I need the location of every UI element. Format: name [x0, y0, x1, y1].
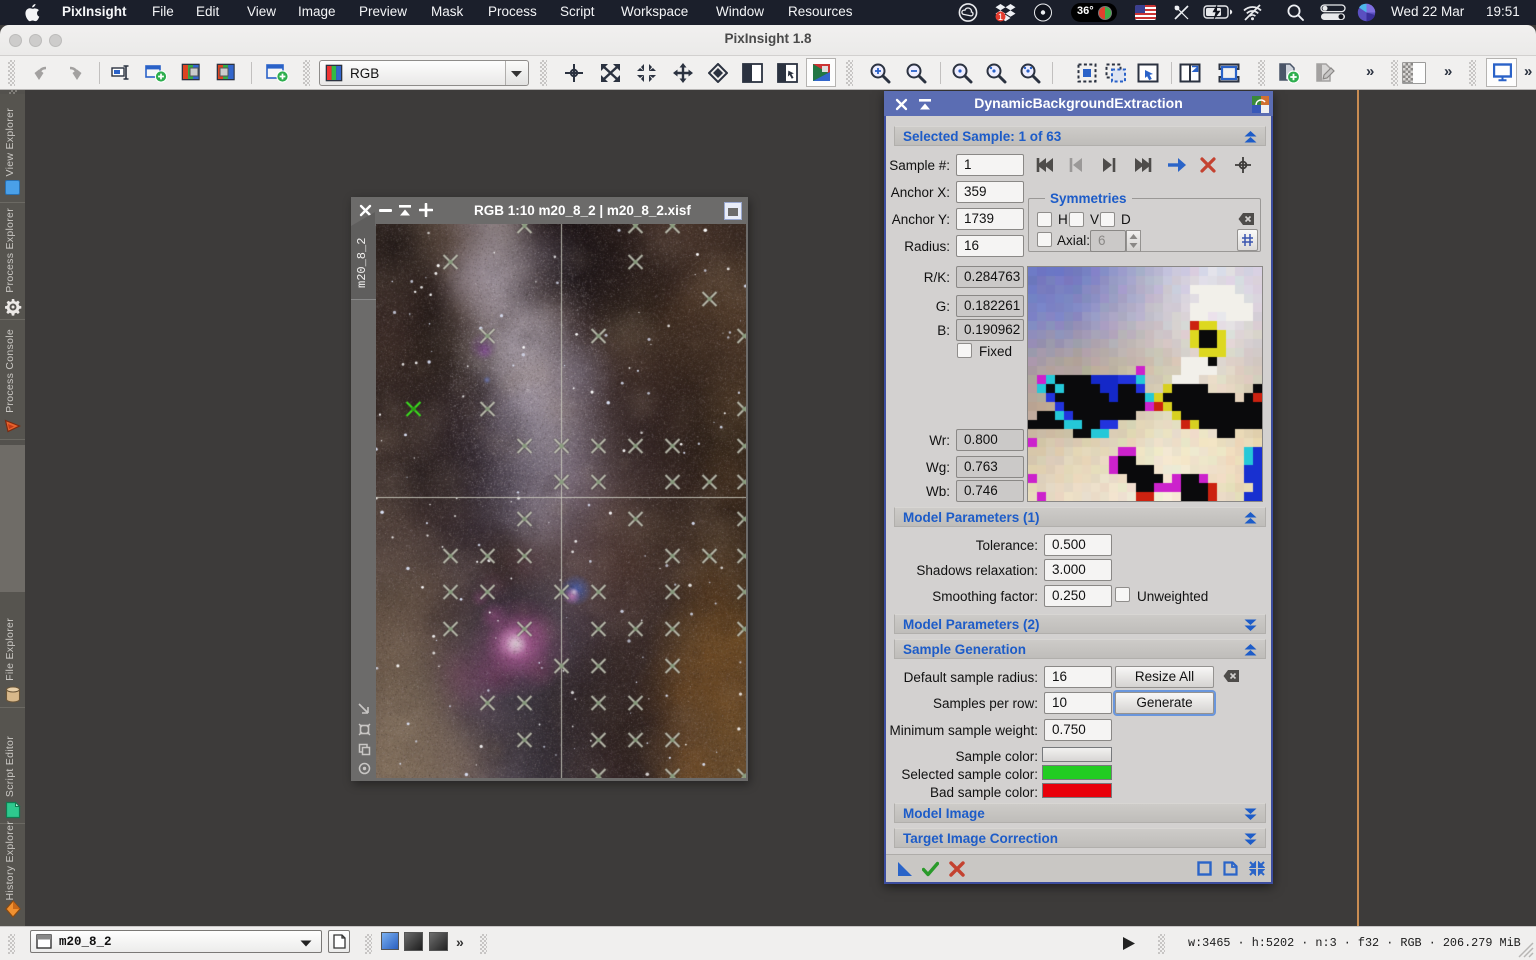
svg-text:1: 1	[998, 12, 1003, 22]
